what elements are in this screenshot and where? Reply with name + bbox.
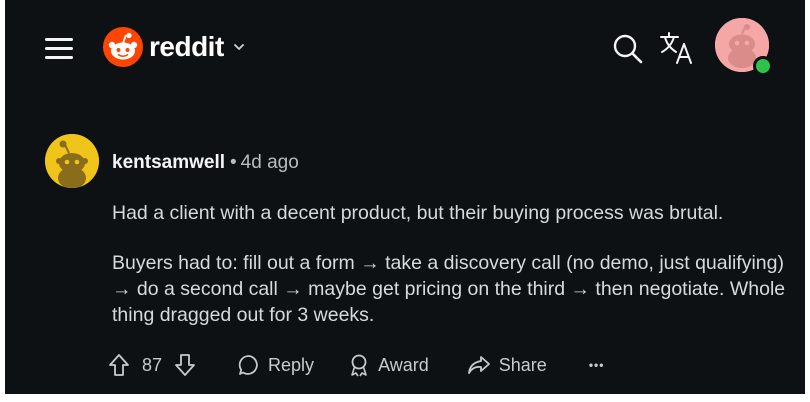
share-label: Share [498,354,547,375]
search-button[interactable] [611,32,645,66]
menu-icon [45,38,73,41]
comment-paragraph: Had a client with a decent product, but … [112,202,724,224]
search-icon [613,34,643,64]
menu-icon-bar [45,56,73,59]
vote-count: 87 [142,354,163,375]
speech-bubble-icon [238,355,258,375]
translate-icon [660,32,692,64]
reply-button[interactable]: Reply [238,354,314,376]
translate-button[interactable] [659,30,697,66]
reply-label: Reply [268,354,315,375]
downvote-arrow-icon [175,354,195,376]
reddit-home-link[interactable]: reddit [103,25,246,69]
reddit-wordmark: reddit [149,31,224,62]
comment-timestamp[interactable]: 4d ago [241,152,299,173]
comment-meta: kentsamwell • 4d ago [112,152,299,174]
award-icon [351,354,367,377]
menu-button[interactable] [45,38,73,60]
upvote-arrow-icon [109,354,129,376]
more-options-button[interactable]: ••• [589,358,605,372]
share-button[interactable]: Share [467,354,547,376]
share-arrow-icon [467,356,490,374]
more-options-icon: ••• [588,358,605,372]
award-button[interactable]: Award [348,353,429,377]
user-avatar[interactable] [715,18,773,76]
comment-actions: 87 Reply Award Share ••• [108,350,604,380]
reddit-logo-icon [103,27,143,67]
top-bar: reddit [5,0,805,92]
app-frame: reddit kentsamwell • 4d ago Had a client… [5,0,805,394]
author-link[interactable]: kentsamwell [112,152,225,173]
snoo-avatar-icon [45,134,99,188]
downvote-button[interactable] [174,353,196,377]
comment-paragraph: Buyers had to: fill out a form → take a … [112,252,786,326]
chevron-down-icon [233,44,244,50]
comment-body: Had a client with a decent product, but … [112,200,792,352]
award-label: Award [378,354,429,375]
online-status-indicator [753,56,773,76]
author-avatar[interactable] [45,134,99,188]
upvote-button[interactable] [108,353,130,377]
menu-icon-bar [45,47,73,50]
meta-separator: • [230,152,237,173]
